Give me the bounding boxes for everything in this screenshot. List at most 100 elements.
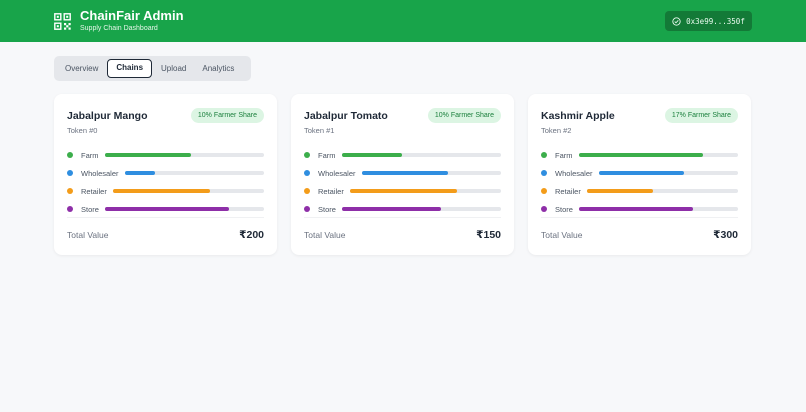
stage-label: Store [81, 204, 99, 214]
stage-fill [578, 153, 703, 157]
stage-label: Store [318, 204, 336, 214]
wholesaler-dot [541, 170, 547, 176]
product-name: Kashmir Apple [541, 110, 615, 122]
stage-list: Farm Wholesaler Retailer Store [541, 146, 738, 218]
stage-fill [349, 189, 458, 193]
stage-fill [361, 171, 448, 175]
stage-track [598, 171, 738, 175]
tab-analytics[interactable]: Analytics [195, 59, 241, 78]
farmer-share-badge: 17% Farmer Share [664, 108, 738, 123]
stage-label: Wholesaler [318, 168, 356, 178]
product-name: Jabalpur Tomato [304, 110, 388, 122]
wallet-address: 0x3e99...350f [686, 16, 745, 26]
farmer-share-badge: 10% Farmer Share [190, 108, 264, 123]
stage-fill [104, 207, 229, 211]
chain-card[interactable]: Jabalpur Mango Token #0 10% Farmer Share… [54, 94, 277, 255]
card-divider [541, 217, 738, 218]
chain-card[interactable]: Jabalpur Tomato Token #1 10% Farmer Shar… [291, 94, 514, 255]
stage-retailer: Retailer [304, 182, 501, 200]
chain-cards: Jabalpur Mango Token #0 10% Farmer Share… [54, 94, 751, 255]
total-label: Total Value [67, 230, 109, 240]
brand-text: ChainFair Admin Supply Chain Dashboard [80, 8, 184, 34]
stage-track [124, 171, 264, 175]
stage-label: Farm [555, 150, 573, 160]
check-circle-icon [672, 16, 681, 26]
stage-track [341, 207, 501, 211]
stage-wholesaler: Wholesaler [541, 164, 738, 182]
stage-wholesaler: Wholesaler [67, 164, 264, 182]
card-header: Jabalpur Mango Token #0 10% Farmer Share [67, 108, 264, 135]
wallet-button[interactable]: 0x3e99...350f [665, 11, 752, 31]
card-footer: Total Value ₹300 [541, 229, 738, 241]
card-header: Kashmir Apple Token #2 17% Farmer Share [541, 108, 738, 135]
stage-wholesaler: Wholesaler [304, 164, 501, 182]
total-label: Total Value [541, 230, 583, 240]
tab-overview[interactable]: Overview [58, 59, 105, 78]
tab-chains[interactable]: Chains [107, 59, 153, 78]
qr-code-icon [54, 12, 71, 30]
product-name: Jabalpur Mango [67, 110, 148, 122]
total-value: ₹300 [713, 229, 738, 241]
stage-fill [586, 189, 654, 193]
stage-track [104, 207, 264, 211]
stage-label: Wholesaler [555, 168, 593, 178]
stage-fill [598, 171, 684, 175]
farmer-share-badge: 10% Farmer Share [427, 108, 501, 123]
app-title: ChainFair Admin [80, 8, 184, 23]
card-footer: Total Value ₹150 [304, 229, 501, 241]
stage-store: Store [541, 200, 738, 218]
stage-track [361, 171, 501, 175]
wholesaler-dot [304, 170, 310, 176]
stage-farm: Farm [541, 146, 738, 164]
stage-label: Wholesaler [81, 168, 119, 178]
brand[interactable]: ChainFair Admin Supply Chain Dashboard [54, 8, 184, 34]
stage-label: Retailer [555, 186, 581, 196]
app-subtitle: Supply Chain Dashboard [80, 25, 158, 32]
farm-dot [541, 152, 547, 158]
card-footer: Total Value ₹200 [67, 229, 264, 241]
stage-track [349, 189, 501, 193]
retailer-dot [541, 188, 547, 194]
stage-track [578, 153, 738, 157]
stage-list: Farm Wholesaler Retailer Store [304, 146, 501, 218]
stage-label: Store [555, 204, 573, 214]
stage-retailer: Retailer [67, 182, 264, 200]
stage-retailer: Retailer [541, 182, 738, 200]
store-dot [67, 206, 73, 212]
stage-fill [341, 207, 441, 211]
total-value: ₹200 [239, 229, 264, 241]
stage-fill [124, 171, 156, 175]
tab-upload[interactable]: Upload [154, 59, 193, 78]
stage-track [578, 207, 738, 211]
wholesaler-dot [67, 170, 73, 176]
tab-bar: Overview Chains Upload Analytics [54, 56, 251, 81]
stage-track [341, 153, 501, 157]
farm-dot [67, 152, 73, 158]
chain-card[interactable]: Kashmir Apple Token #2 17% Farmer Share … [528, 94, 751, 255]
store-dot [304, 206, 310, 212]
stage-label: Retailer [318, 186, 344, 196]
stage-farm: Farm [304, 146, 501, 164]
total-label: Total Value [304, 230, 346, 240]
retailer-dot [67, 188, 73, 194]
stage-farm: Farm [67, 146, 264, 164]
token-id: Token #0 [67, 126, 98, 135]
stage-fill [104, 153, 191, 157]
stage-fill [341, 153, 403, 157]
stage-fill [578, 207, 694, 211]
stage-list: Farm Wholesaler Retailer Store [67, 146, 264, 218]
card-divider [67, 217, 264, 218]
token-id: Token #1 [304, 126, 335, 135]
stage-fill [112, 189, 210, 193]
app-header: ChainFair Admin Supply Chain Dashboard 0… [0, 0, 806, 42]
stage-label: Farm [81, 150, 99, 160]
total-value: ₹150 [476, 229, 501, 241]
stage-store: Store [304, 200, 501, 218]
stage-track [586, 189, 738, 193]
stage-label: Retailer [81, 186, 107, 196]
store-dot [541, 206, 547, 212]
stage-label: Farm [318, 150, 336, 160]
token-id: Token #2 [541, 126, 572, 135]
retailer-dot [304, 188, 310, 194]
stage-track [112, 189, 264, 193]
